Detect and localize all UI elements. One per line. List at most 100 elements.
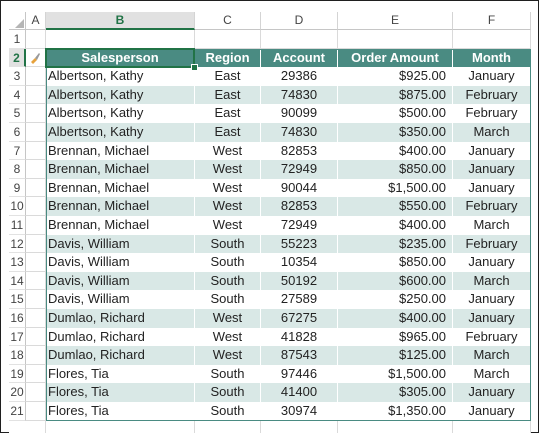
table-cell[interactable]: Brennan, Michael [46,197,195,216]
table-cell[interactable]: $550.00 [338,197,453,216]
table-cell[interactable]: Brennan, Michael [46,141,195,161]
table-cell[interactable]: $1,500.00 [338,178,453,198]
table-cell[interactable]: West [195,346,261,365]
table-cell[interactable]: West [195,197,261,216]
table-cell[interactable]: March [453,346,531,365]
table-cell[interactable]: $235.00 [338,234,453,254]
row-header-10[interactable]: 10 [9,197,26,216]
table-cell[interactable]: 72949 [261,160,338,179]
table-cell[interactable]: 82853 [261,197,338,216]
row-header-7[interactable]: 7 [9,141,26,161]
table-cell[interactable]: South [195,290,261,309]
table-cell[interactable]: East [195,104,261,123]
row-header-4[interactable]: 4 [9,85,26,105]
table-cell[interactable]: March [453,216,531,235]
table-cell[interactable]: February [453,234,531,254]
table-cell[interactable]: $350.00 [338,123,453,142]
table-cell[interactable]: West [195,309,261,328]
table-cell[interactable]: January [453,290,531,309]
table-cell[interactable]: $125.00 [338,346,453,365]
table-cell[interactable]: Albertson, Kathy [46,123,195,142]
table-cell[interactable]: $400.00 [338,309,453,328]
table-cell[interactable]: West [195,216,261,235]
table-header-salesperson[interactable]: Salesperson [46,48,195,68]
table-cell[interactable]: South [195,364,261,384]
row-header-5[interactable]: 5 [9,104,26,123]
table-cell[interactable]: East [195,67,261,86]
table-cell[interactable]: January [453,253,531,272]
column-header-a[interactable]: A [26,12,46,30]
table-cell[interactable]: Dumlao, Richard [46,327,195,347]
table-cell[interactable]: $400.00 [338,216,453,235]
column-header-e[interactable]: E [338,12,453,30]
table-cell[interactable]: 90044 [261,178,338,198]
table-cell[interactable]: January [453,160,531,179]
table-cell[interactable]: West [195,327,261,347]
table-cell[interactable]: Flores, Tia [46,383,195,402]
table-cell[interactable]: $850.00 [338,253,453,272]
table-cell[interactable]: 97446 [261,364,338,384]
table-cell[interactable]: 41828 [261,327,338,347]
row-header-17[interactable]: 17 [9,327,26,347]
table-cell[interactable]: 72949 [261,216,338,235]
table-cell[interactable]: February [453,85,531,105]
table-cell[interactable]: $965.00 [338,327,453,347]
table-cell[interactable]: 27589 [261,290,338,309]
table-cell[interactable]: 30974 [261,402,338,421]
table-cell[interactable]: 82853 [261,141,338,161]
table-header-region[interactable]: Region [195,48,261,68]
row-header-11[interactable]: 11 [9,216,26,235]
table-cell[interactable]: Dumlao, Richard [46,346,195,365]
table-cell[interactable]: March [453,271,531,291]
table-cell[interactable]: 74830 [261,123,338,142]
row-header-8[interactable]: 8 [9,160,26,179]
row-header-18[interactable]: 18 [9,346,26,365]
table-cell[interactable]: January [453,402,531,421]
row-header-20[interactable]: 20 [9,383,26,402]
table-cell[interactable]: Davis, William [46,271,195,291]
row-header-19[interactable]: 19 [9,364,26,384]
table-cell[interactable]: $875.00 [338,85,453,105]
table-cell[interactable]: West [195,160,261,179]
table-cell[interactable]: $850.00 [338,160,453,179]
table-cell[interactable]: $1,500.00 [338,364,453,384]
table-header-order-amount[interactable]: Order Amount [338,48,453,68]
table-cell[interactable]: March [453,364,531,384]
table-cell[interactable]: $305.00 [338,383,453,402]
table-cell[interactable]: $500.00 [338,104,453,123]
table-cell[interactable]: Brennan, Michael [46,216,195,235]
column-header-d[interactable]: D [261,12,338,30]
table-cell[interactable]: 90099 [261,104,338,123]
table-cell[interactable]: Dumlao, Richard [46,309,195,328]
table-cell[interactable]: 87543 [261,346,338,365]
row-header-13[interactable]: 13 [9,253,26,272]
column-header-b[interactable]: B [46,12,195,30]
row-header-2[interactable]: 2 [9,48,26,68]
column-header-f[interactable]: F [453,12,531,30]
table-cell[interactable]: $1,350.00 [338,402,453,421]
table-cell[interactable]: South [195,383,261,402]
table-cell[interactable]: South [195,402,261,421]
row-header-9[interactable]: 9 [9,178,26,198]
table-cell[interactable]: January [453,141,531,161]
row-header-3[interactable]: 3 [9,67,26,86]
table-cell[interactable]: 50192 [261,271,338,291]
select-all-corner[interactable] [9,12,26,30]
table-cell[interactable]: $925.00 [338,67,453,86]
table-cell[interactable]: 74830 [261,85,338,105]
table-cell[interactable]: $250.00 [338,290,453,309]
paintbrush-icon[interactable] [29,52,41,64]
column-header-c[interactable]: C [195,12,261,30]
table-cell[interactable]: 55223 [261,234,338,254]
table-cell[interactable]: Flores, Tia [46,402,195,421]
row-header-16[interactable]: 16 [9,309,26,328]
table-cell[interactable]: $400.00 [338,141,453,161]
table-cell[interactable]: East [195,85,261,105]
row-header-14[interactable]: 14 [9,271,26,291]
table-cell[interactable]: January [453,383,531,402]
table-cell[interactable]: Davis, William [46,234,195,254]
table-header-account[interactable]: Account [261,48,338,68]
table-cell[interactable]: January [453,309,531,328]
table-cell[interactable]: March [453,123,531,142]
table-cell[interactable]: South [195,253,261,272]
